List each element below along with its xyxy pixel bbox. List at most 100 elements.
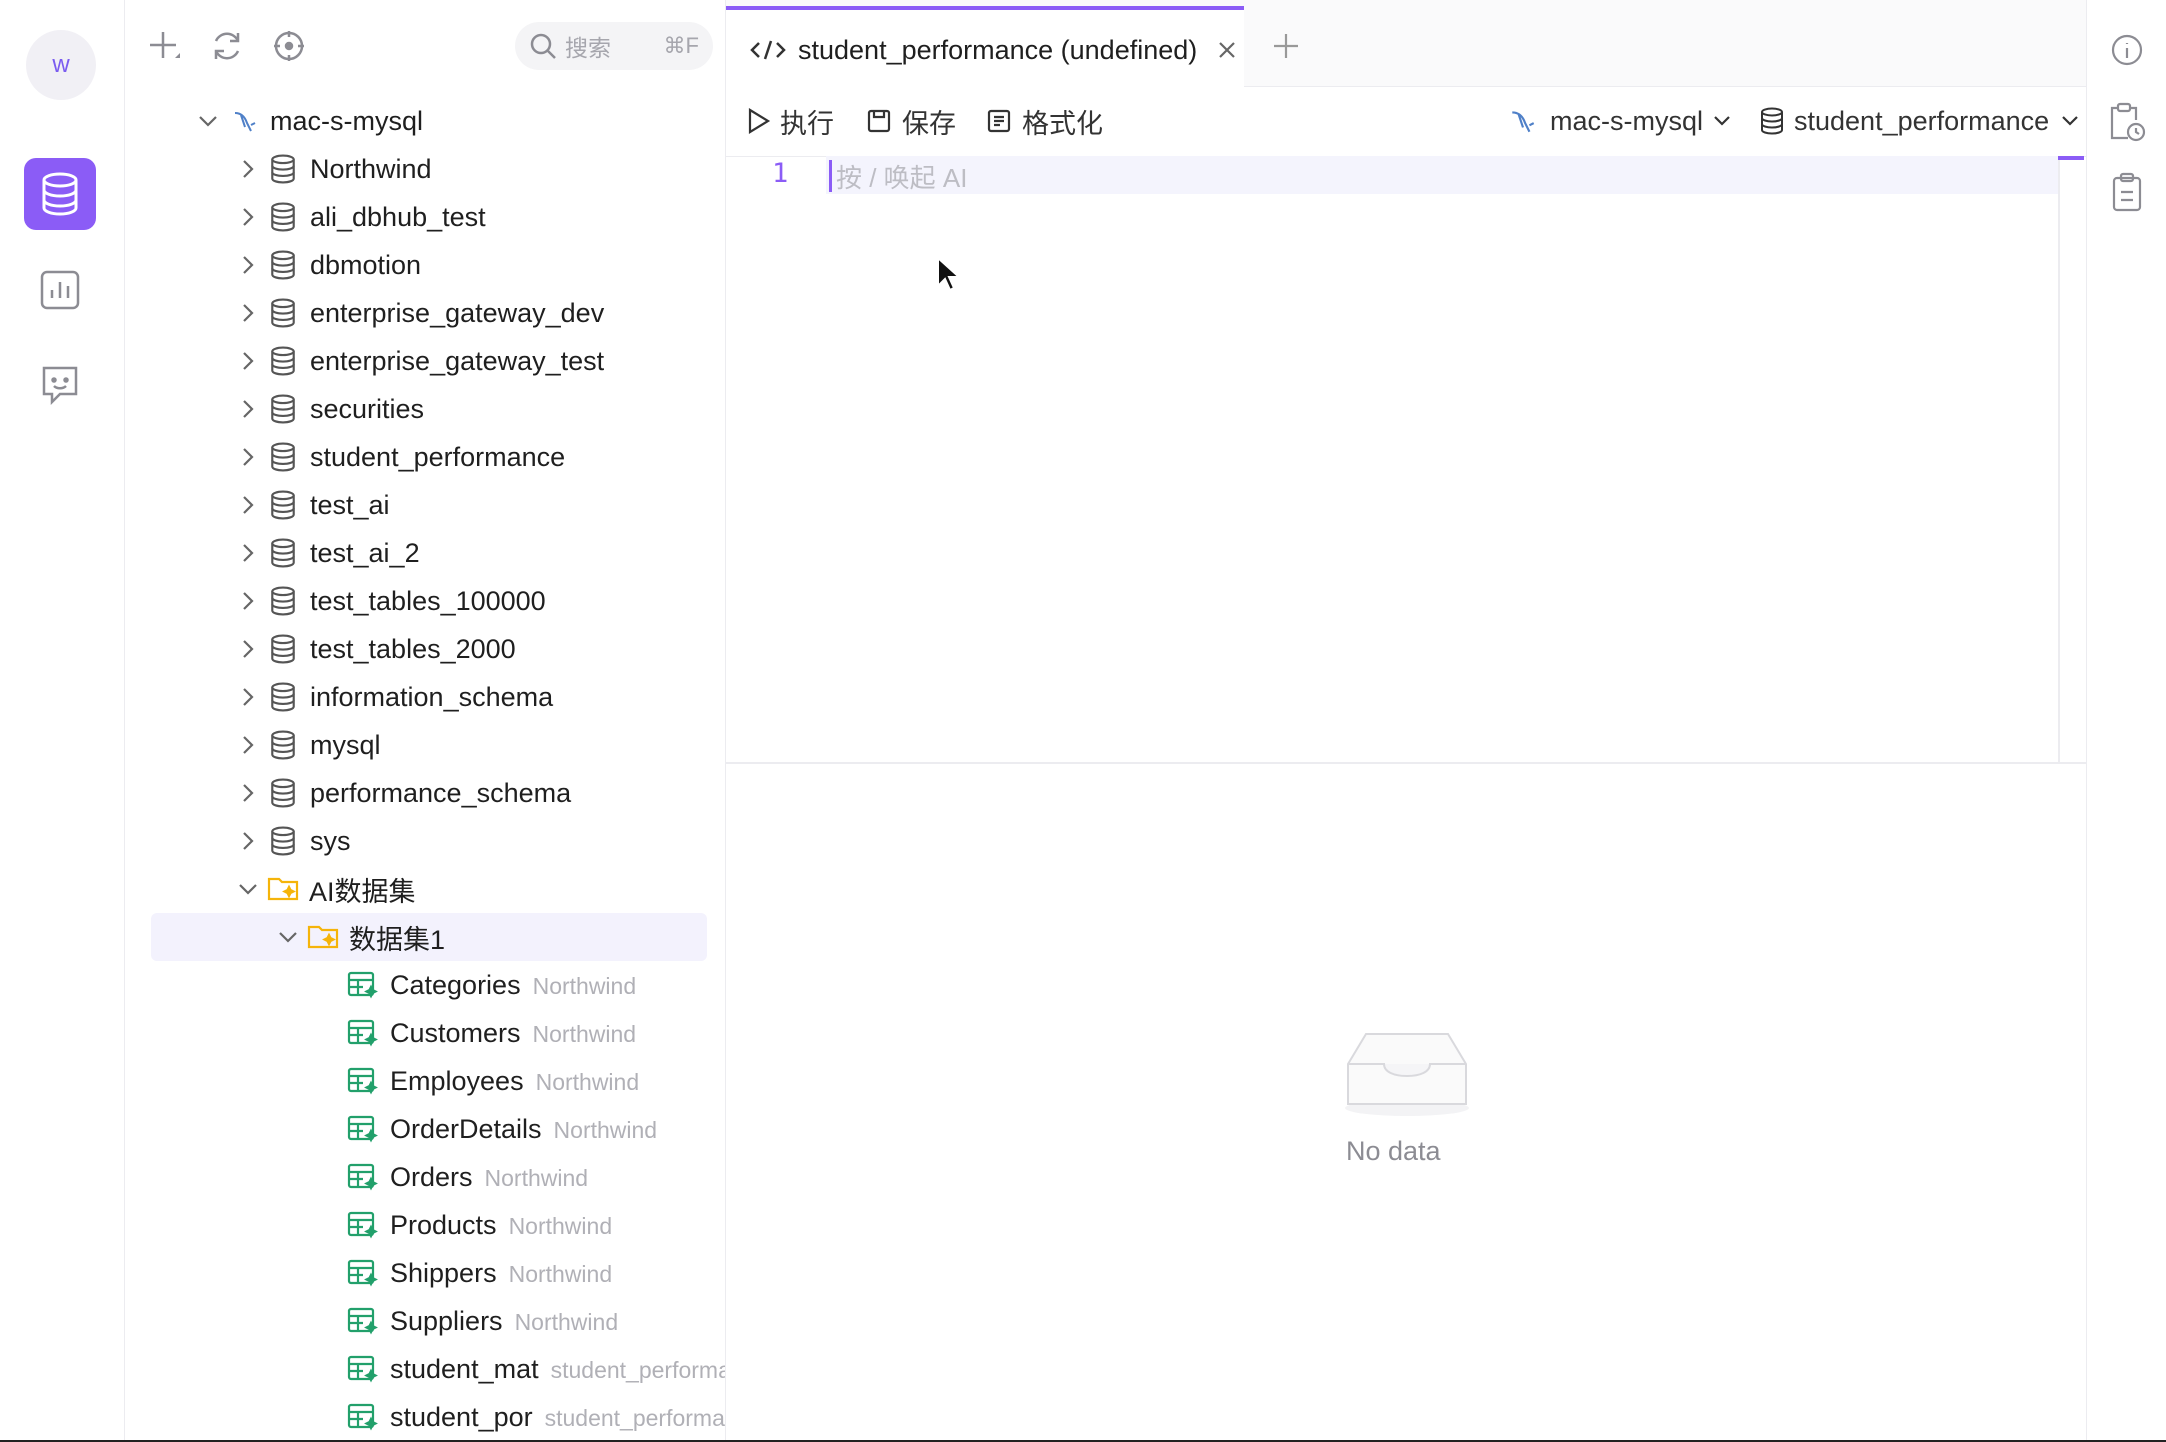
chevron-right-icon bbox=[237, 734, 259, 756]
table-name: OrderDetails bbox=[390, 1113, 542, 1144]
text-caret bbox=[829, 160, 832, 192]
tree-database-row[interactable]: securities bbox=[125, 385, 725, 433]
tree-ai-folder-row[interactable]: AI数据集 bbox=[125, 865, 725, 913]
editor-placeholder[interactable]: 按 / 唤起 AI bbox=[836, 158, 967, 195]
new-tab-button[interactable] bbox=[1266, 26, 1306, 66]
table-source: Northwind bbox=[553, 1116, 658, 1143]
chevron-right-icon bbox=[237, 830, 259, 852]
table-name: Suppliers bbox=[390, 1305, 503, 1336]
run-button[interactable]: 执行 bbox=[746, 100, 834, 142]
tree-database-row[interactable]: performance_schema bbox=[125, 769, 725, 817]
database-label: information_schema bbox=[310, 681, 554, 712]
tree-table-row[interactable]: student_por student_performa bbox=[125, 1393, 725, 1441]
tree-database-row[interactable]: test_tables_100000 bbox=[125, 577, 725, 625]
user-avatar[interactable]: w bbox=[26, 30, 96, 100]
tree-database-row[interactable]: enterprise_gateway_test bbox=[125, 337, 725, 385]
editor-scrollbar-thumb[interactable] bbox=[2058, 156, 2084, 160]
mysql-icon bbox=[1512, 111, 1535, 133]
tree-dataset-folder-row[interactable]: 数据集1 bbox=[151, 913, 707, 961]
add-connection-button[interactable] bbox=[145, 26, 185, 66]
save-button[interactable]: 保存 bbox=[866, 100, 956, 142]
mouse-cursor-icon bbox=[937, 256, 962, 292]
database-label: test_ai bbox=[310, 489, 390, 520]
search-placeholder: 搜索 bbox=[565, 35, 611, 61]
tree-connection-row[interactable]: mac-s-mysql bbox=[125, 97, 725, 145]
tree-table-row[interactable]: Suppliers Northwind bbox=[125, 1297, 725, 1345]
dataset-folder-label: 数据集1 bbox=[349, 924, 446, 955]
database-label: enterprise_gateway_test bbox=[310, 345, 605, 376]
info-button[interactable] bbox=[2107, 30, 2147, 70]
tree-database-row[interactable]: test_ai_2 bbox=[125, 529, 725, 577]
database-select[interactable]: student_performance bbox=[1760, 100, 2079, 142]
database-nav-button[interactable] bbox=[24, 158, 96, 230]
chat-nav-button[interactable] bbox=[24, 350, 96, 422]
tree-database-row[interactable]: test_tables_2000 bbox=[125, 625, 725, 673]
table-icon bbox=[347, 1257, 379, 1289]
save-label: 保存 bbox=[902, 108, 956, 139]
tree-database-row[interactable]: enterprise_gateway_dev bbox=[125, 289, 725, 337]
table-source: Northwind bbox=[514, 1308, 619, 1335]
database-icon bbox=[267, 777, 299, 809]
tab-student-performance[interactable]: student_performance (undefined) bbox=[726, 6, 1244, 90]
tree-table-row[interactable]: student_mat student_performa bbox=[125, 1345, 725, 1393]
editor-result-splitter[interactable] bbox=[726, 762, 2086, 764]
database-icon bbox=[267, 393, 299, 425]
database-label: test_tables_100000 bbox=[310, 585, 546, 616]
chevron-right-icon bbox=[237, 398, 259, 420]
table-icon bbox=[347, 1017, 379, 1049]
database-icon bbox=[267, 201, 299, 233]
dashboard-nav-button[interactable] bbox=[24, 254, 96, 326]
history-clipboard-icon bbox=[2110, 102, 2146, 142]
connection-select[interactable]: mac-s-mysql bbox=[1508, 100, 1731, 142]
tree-database-row[interactable]: Northwind bbox=[125, 145, 725, 193]
table-source: Northwind bbox=[532, 972, 637, 999]
chevron-right-icon bbox=[237, 206, 259, 228]
table-source: student_performa bbox=[544, 1404, 725, 1431]
table-name: Categories bbox=[390, 969, 521, 1000]
tree-database-row[interactable]: sys bbox=[125, 817, 725, 865]
database-icon bbox=[267, 489, 299, 521]
mysql-icon bbox=[229, 105, 261, 137]
editor-scrollbar[interactable] bbox=[2058, 156, 2060, 762]
table-name: Shippers bbox=[390, 1257, 497, 1288]
tree-table-row[interactable]: Employees Northwind bbox=[125, 1057, 725, 1105]
tree-database-row[interactable]: student_performance bbox=[125, 433, 725, 481]
tree-search-input[interactable]: 搜索 ⌘F bbox=[515, 22, 713, 70]
table-source: Northwind bbox=[508, 1260, 613, 1287]
refresh-icon bbox=[214, 32, 240, 60]
tree-database-row[interactable]: ali_dbhub_test bbox=[125, 193, 725, 241]
database-icon bbox=[267, 633, 299, 665]
ai-folder-icon bbox=[267, 873, 299, 905]
chevron-right-icon bbox=[237, 494, 259, 516]
tree-table-row[interactable]: Products Northwind bbox=[125, 1201, 725, 1249]
tree-table-row[interactable]: Categories Northwind bbox=[125, 961, 725, 1009]
clipboard-button[interactable] bbox=[2107, 172, 2147, 212]
table-name: Orders bbox=[390, 1161, 473, 1192]
tree-table-row[interactable]: Customers Northwind bbox=[125, 1009, 725, 1057]
table-icon bbox=[347, 1305, 379, 1337]
tree-database-row[interactable]: information_schema bbox=[125, 673, 725, 721]
history-button[interactable] bbox=[2107, 102, 2147, 142]
table-source: student_performa bbox=[550, 1356, 725, 1383]
tree-database-row[interactable]: test_ai bbox=[125, 481, 725, 529]
chevron-down-icon bbox=[1714, 116, 1730, 126]
table-icon bbox=[347, 1113, 379, 1145]
tree-table-row[interactable]: Orders Northwind bbox=[125, 1153, 725, 1201]
database-icon bbox=[42, 172, 78, 216]
dataset-folder-icon bbox=[307, 921, 339, 953]
tree-table-row[interactable]: Shippers Northwind bbox=[125, 1249, 725, 1297]
database-icon bbox=[267, 825, 299, 857]
refresh-button[interactable] bbox=[207, 26, 247, 66]
locate-button[interactable] bbox=[269, 26, 309, 66]
tree-database-row[interactable]: dbmotion bbox=[125, 241, 725, 289]
format-button[interactable]: 格式化 bbox=[986, 100, 1103, 142]
database-label: test_ai_2 bbox=[310, 537, 420, 568]
table-source: Northwind bbox=[535, 1068, 640, 1095]
tree-table-row[interactable]: OrderDetails Northwind bbox=[125, 1105, 725, 1153]
tree-database-row[interactable]: mysql bbox=[125, 721, 725, 769]
chat-bot-icon bbox=[42, 366, 78, 406]
chevron-right-icon bbox=[237, 782, 259, 804]
close-icon[interactable] bbox=[1217, 40, 1237, 60]
format-icon bbox=[987, 109, 1011, 133]
search-icon bbox=[530, 33, 556, 59]
